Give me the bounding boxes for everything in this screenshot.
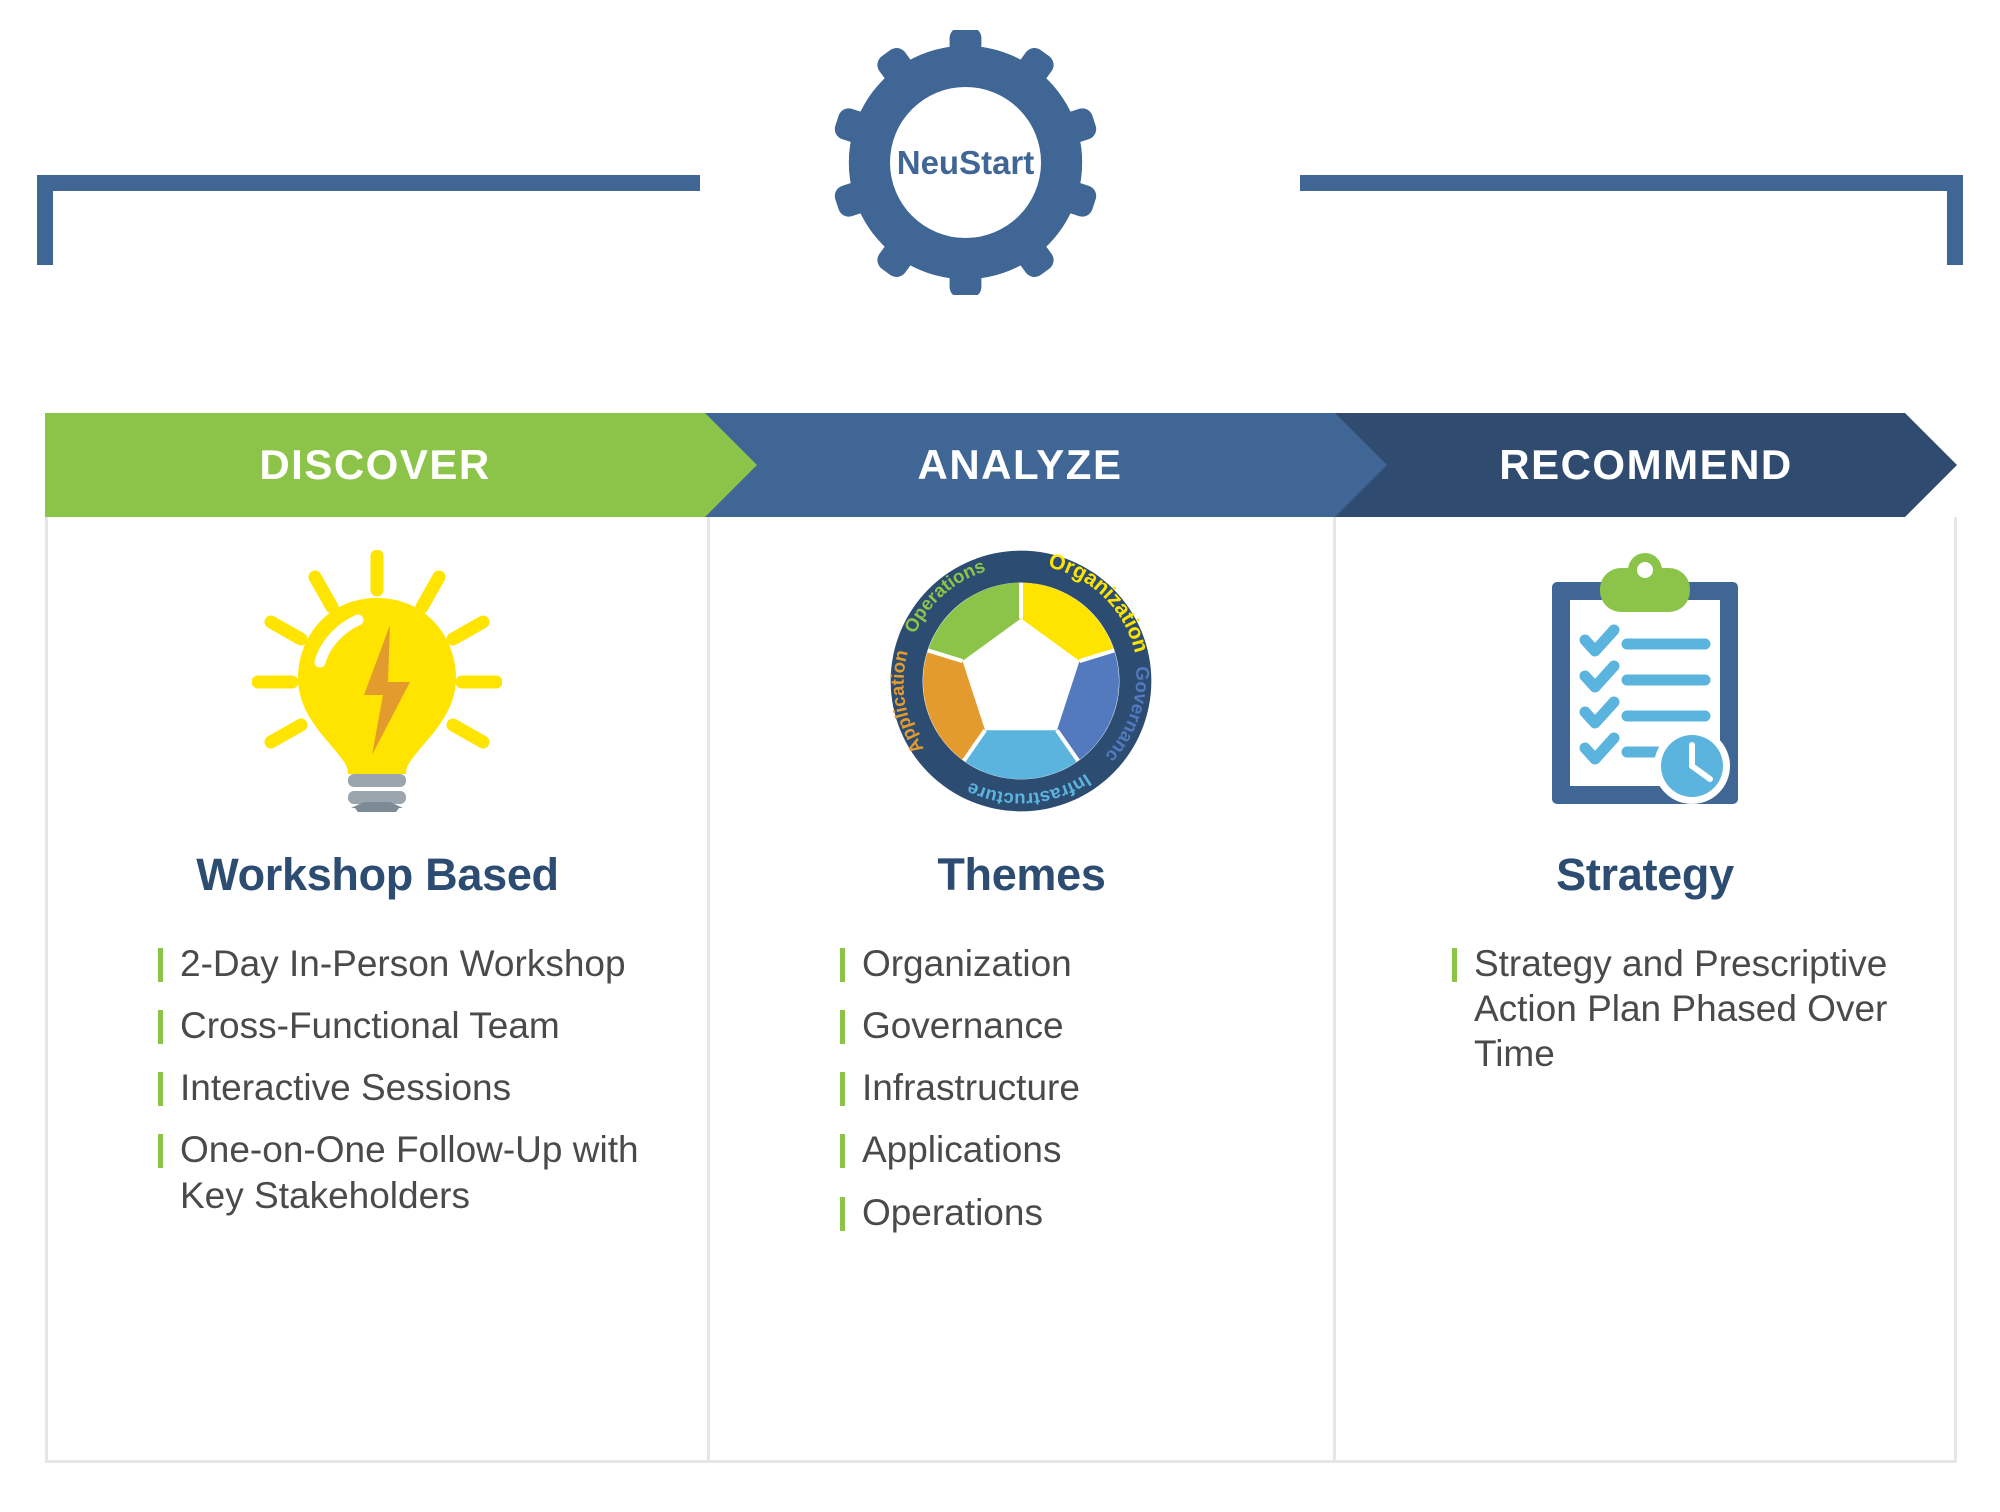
columns-container: Workshop Based 2-Day In-Person Workshop … — [45, 517, 1957, 1463]
banner-step-discover — [45, 413, 757, 517]
list-item: Applications — [839, 1127, 1303, 1172]
list-item: 2-Day In-Person Workshop — [158, 941, 667, 986]
list-item: Cross-Functional Team — [158, 1003, 667, 1048]
list-item: Governance — [839, 1003, 1303, 1048]
bullet-text: Organization — [861, 943, 1072, 984]
list-item: Organization — [839, 941, 1303, 986]
bullet-tick — [158, 948, 163, 982]
bullet-list-analyze: Organization Governance Infrastructure A… — [839, 941, 1303, 1235]
list-item: Interactive Sessions — [158, 1065, 667, 1110]
discover-icon-wrap — [48, 531, 707, 831]
bullet-list-discover: 2-Day In-Person Workshop Cross-Functiona… — [158, 941, 667, 1218]
bullet-text: Operations — [861, 1191, 1043, 1233]
bullet-text: Infrastructure — [861, 1067, 1080, 1109]
bullet-tick — [839, 948, 845, 982]
list-item: Strategy and Prescriptive Action Plan Ph… — [1451, 941, 1924, 1076]
column-title-discover: Workshop Based — [196, 849, 559, 900]
process-banner: DISCOVER ANALYZE RECOMMEND — [45, 413, 1957, 517]
banner-arrows — [45, 413, 1957, 517]
bullet-text: Strategy and Prescriptive Action Plan Ph… — [1473, 943, 1888, 1075]
clipboard-checklist-clock-icon — [1551, 553, 1738, 804]
bullet-tick — [158, 1072, 163, 1107]
bullet-text: Cross-Functional Team — [180, 1005, 560, 1047]
column-title-recommend: Strategy — [1556, 849, 1734, 900]
bullet-text: Governance — [861, 1005, 1064, 1047]
themes-wheel-icon: Organization Governance Infrastructure A… — [888, 548, 1154, 812]
list-item: Operations — [839, 1190, 1303, 1235]
column-discover: Workshop Based 2-Day In-Person Workshop … — [48, 517, 707, 1460]
bullet-tick — [1451, 948, 1457, 982]
recommend-icon-wrap — [1336, 531, 1954, 831]
bullet-text: Interactive Sessions — [180, 1067, 512, 1109]
bullet-text: 2-Day In-Person Workshop — [180, 943, 626, 984]
bullet-text: Applications — [861, 1129, 1062, 1171]
bullet-tick — [839, 1134, 845, 1169]
bullet-tick — [158, 1010, 163, 1045]
bullet-list-recommend: Strategy and Prescriptive Action Plan Ph… — [1451, 941, 1924, 1076]
column-recommend: Strategy Strategy and Prescriptive Actio… — [1336, 517, 1954, 1460]
list-item: One-on-One Follow-Up with Key Stakeholde… — [158, 1127, 667, 1217]
column-title-analyze: Themes — [937, 849, 1106, 900]
bullet-tick — [158, 1134, 163, 1169]
bullet-tick — [839, 1072, 845, 1107]
bullet-tick — [839, 1196, 845, 1231]
list-item: Infrastructure — [839, 1065, 1303, 1110]
analyze-icon-wrap: Organization Governance Infrastructure A… — [710, 531, 1333, 831]
lightbulb-icon — [252, 550, 503, 812]
header-connector-area: NeuStart — [0, 0, 2000, 340]
gear-logo: NeuStart — [833, 27, 1098, 298]
gear-icon — [834, 27, 1097, 298]
column-analyze: Organization Governance Infrastructure A… — [706, 517, 1336, 1460]
bullet-tick — [839, 1010, 845, 1045]
bullet-text: One-on-One Follow-Up with Key Stakeholde… — [180, 1129, 639, 1216]
